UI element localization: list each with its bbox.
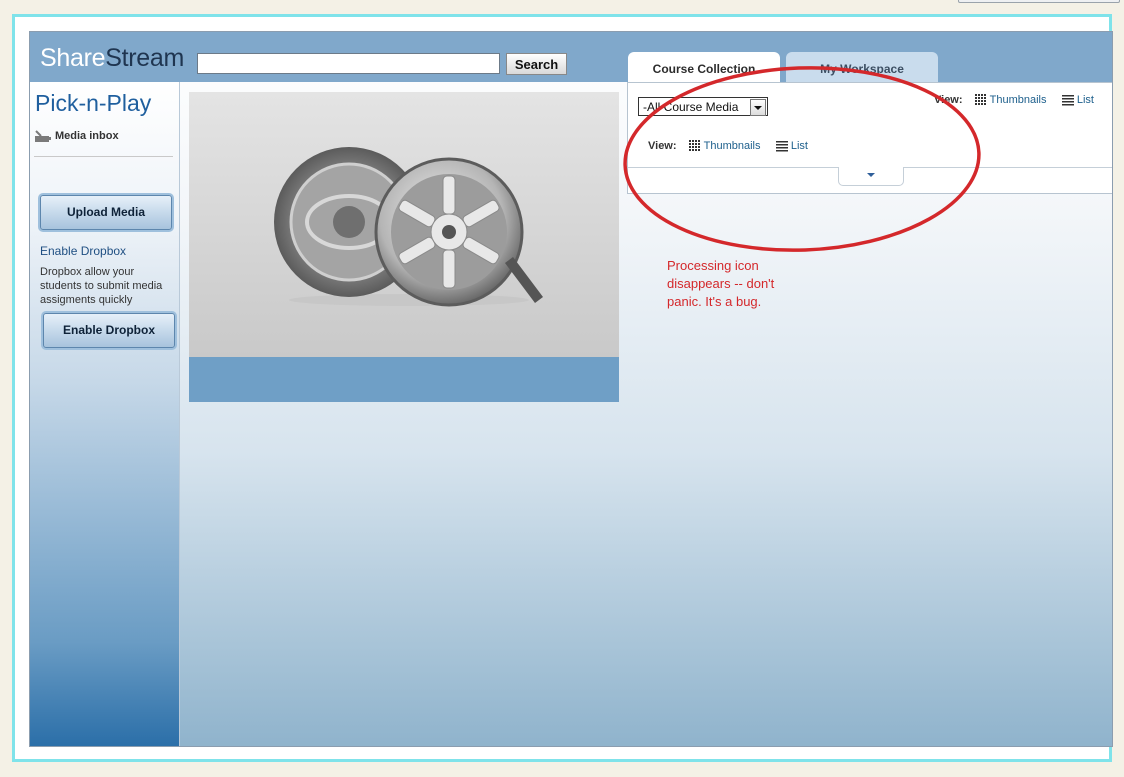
list-icon xyxy=(775,140,788,152)
list-view-link-top[interactable]: List xyxy=(1077,94,1094,106)
media-preview xyxy=(189,92,619,357)
dropdown-arrow-icon[interactable] xyxy=(750,99,766,116)
sidebar: Pick-n-Play Media inbox Upload Media Ena… xyxy=(30,82,180,746)
search-input[interactable] xyxy=(197,53,500,74)
list-icon xyxy=(1061,94,1074,106)
annotation-note: Processing icon disappears -- don't pani… xyxy=(667,258,775,309)
course-collection-panel: -All Course Media View: Thumbnails List … xyxy=(627,82,1112,194)
course-media-select[interactable]: -All Course Media xyxy=(638,97,768,116)
media-inbox-item[interactable]: Media inbox xyxy=(34,130,173,157)
sharestream-logo: ShareStream xyxy=(40,44,184,73)
expand-arrow-icon xyxy=(867,173,875,177)
pick-n-play-title: Pick-n-Play xyxy=(35,90,152,116)
media-reel-icon xyxy=(274,147,544,307)
screenshot-frame: ShareStream Search Pick-n-Play Media inb… xyxy=(12,14,1113,762)
view-options: View: Thumbnails List xyxy=(648,140,808,152)
view-label-top: View: xyxy=(934,94,963,106)
thumbnails-icon xyxy=(688,140,700,152)
thumbnails-view-link-top[interactable]: Thumbnails xyxy=(990,94,1047,106)
sharestream-app: ShareStream Search Pick-n-Play Media inb… xyxy=(29,31,1113,747)
search-button[interactable]: Search xyxy=(506,53,567,75)
enable-dropbox-button[interactable]: Enable Dropbox xyxy=(43,313,175,348)
enable-dropbox-link[interactable]: Enable Dropbox xyxy=(40,244,126,258)
media-inbox-label: Media inbox xyxy=(55,130,119,142)
view-label: View: xyxy=(648,140,677,152)
thumbnails-view-link[interactable]: Thumbnails xyxy=(704,140,761,152)
media-caption-bar xyxy=(189,357,619,402)
logo-stream: Stream xyxy=(105,44,184,72)
inbox-icon xyxy=(35,130,51,142)
app-header: ShareStream Search xyxy=(30,32,1112,82)
window-corner-control xyxy=(958,0,1120,3)
logo-share: Share xyxy=(40,44,106,72)
view-options-top: View: Thumbnails List xyxy=(934,94,1094,106)
course-media-select-value: -All Course Media xyxy=(643,100,739,114)
thumbnails-icon xyxy=(974,94,986,106)
list-view-link[interactable]: List xyxy=(791,140,808,152)
upload-media-button[interactable]: Upload Media xyxy=(40,195,172,230)
dropbox-description: Dropbox allow your students to submit me… xyxy=(40,266,163,306)
tab-my-workspace[interactable]: My Workspace xyxy=(786,52,938,82)
expand-panel-button[interactable] xyxy=(838,167,904,186)
tab-course-collection[interactable]: Course Collection xyxy=(628,52,780,82)
